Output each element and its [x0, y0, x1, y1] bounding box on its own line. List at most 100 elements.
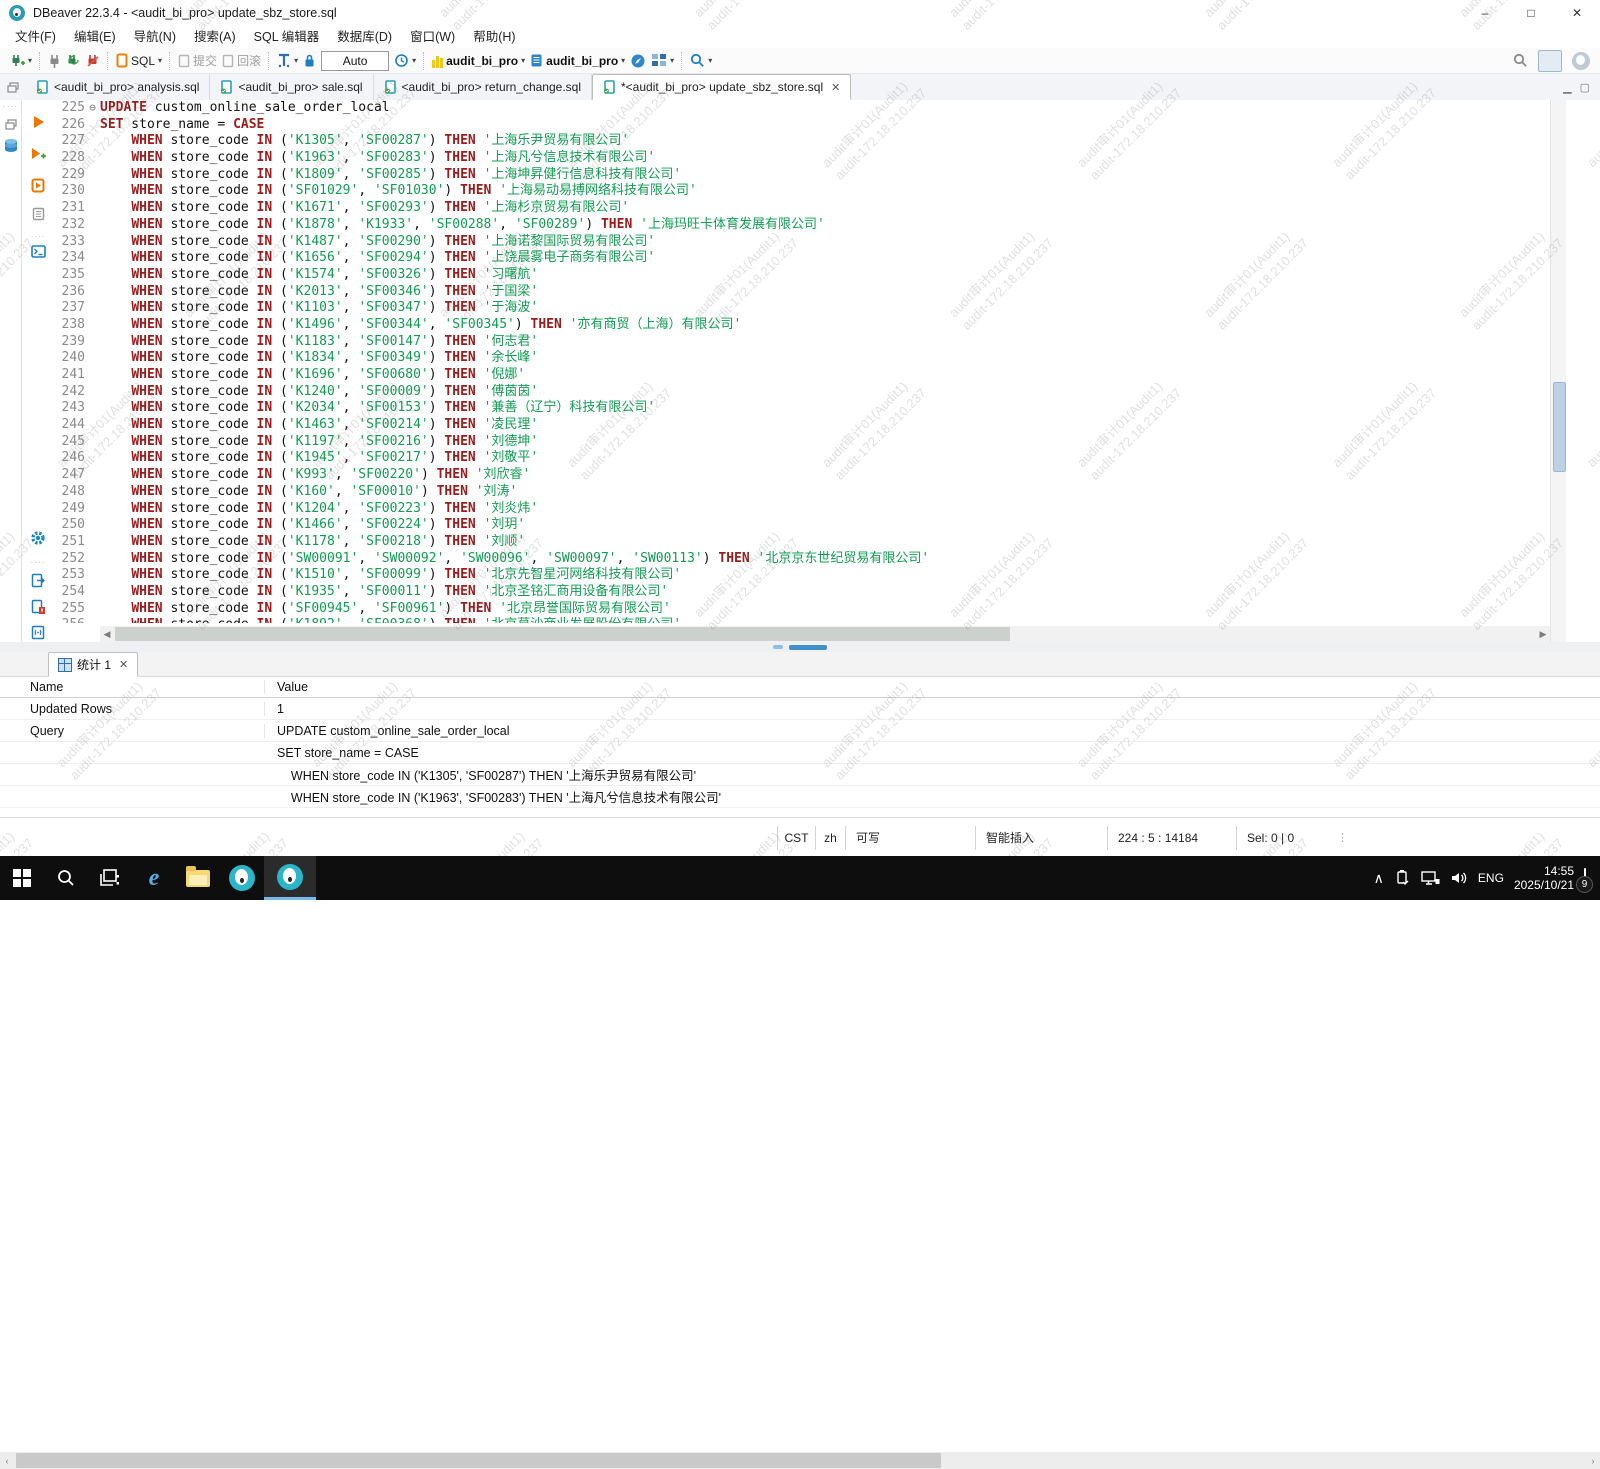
file-explorer-button[interactable]: [176, 856, 220, 900]
open-perspective-button[interactable]: [1538, 50, 1562, 72]
editor-action-rail: ···· ····: [23, 100, 53, 642]
usb-device-icon[interactable]: [1394, 869, 1410, 887]
commit-button[interactable]: 提交: [178, 52, 217, 69]
menu-help[interactable]: 帮助(H): [464, 26, 524, 48]
connect-button[interactable]: [48, 54, 61, 68]
drag-handle[interactable]: ····: [3, 102, 18, 111]
file-template-button[interactable]: [30, 624, 46, 640]
maximize-button[interactable]: □: [1508, 0, 1554, 26]
restore-panes-icon[interactable]: [7, 82, 19, 93]
editor-settings-button[interactable]: [30, 530, 46, 546]
status-insert-mode[interactable]: 智能插入: [975, 826, 1107, 850]
vertical-scrollbar[interactable]: [1550, 100, 1566, 642]
connection-selector[interactable]: audit_bi_pro ▾: [432, 54, 525, 68]
open-console-button[interactable]: [30, 243, 46, 259]
tab-update-sbz-store-sql[interactable]: *<audit_bi_pro> update_sbz_store.sql ✕: [592, 74, 851, 100]
table-row[interactable]: WHEN store_code IN ('K1963', 'SF00283') …: [0, 786, 1600, 808]
database-navigator-icon[interactable]: [3, 138, 19, 154]
table-row[interactable]: Query UPDATE custom_online_sale_order_lo…: [0, 720, 1600, 742]
execute-statement-button[interactable]: [30, 114, 46, 130]
dbeaver-taskbar-button[interactable]: [220, 856, 264, 900]
sash-handle-icon[interactable]: [789, 645, 827, 650]
validate-file-button[interactable]: [30, 598, 46, 614]
start-button[interactable]: [0, 856, 44, 900]
status-cursor-position[interactable]: 224 : 5 : 14184: [1107, 826, 1236, 850]
scroll-right-arrow[interactable]: ▶: [1536, 626, 1550, 642]
status-timezone[interactable]: CST: [777, 826, 815, 850]
vertical-scrollbar-thumb[interactable]: [1553, 382, 1566, 472]
tab-sale-sql[interactable]: <audit_bi_pro> sale.sql: [210, 74, 373, 100]
taskbar-clock[interactable]: 14:55 2025/10/21: [1514, 864, 1574, 892]
sash-handle-icon[interactable]: [773, 645, 783, 649]
table-row[interactable]: Updated Rows 1: [0, 698, 1600, 720]
commit-mode-button[interactable]: ▾: [651, 53, 674, 68]
results-scrollbar-thumb[interactable]: [16, 1453, 941, 1468]
new-sql-editor-button[interactable]: SQL ▾: [116, 53, 162, 68]
panel-sash[interactable]: [0, 642, 1600, 652]
fold-gutter: [85, 150, 100, 167]
table-row[interactable]: WHEN store_code IN ('K1305', 'SF00287') …: [0, 764, 1600, 786]
menu-sql-editor[interactable]: SQL 编辑器: [245, 26, 329, 48]
database-selector[interactable]: audit_bi_pro ▾: [530, 53, 625, 68]
navigator-sync-button[interactable]: [630, 53, 646, 69]
horizontal-scrollbar-thumb[interactable]: [115, 627, 1010, 641]
new-connection-button[interactable]: ▾: [10, 53, 32, 68]
tab-close-icon[interactable]: ✕: [119, 658, 128, 671]
scroll-right-arrow[interactable]: ›: [1586, 1453, 1600, 1469]
execute-script-button[interactable]: [30, 177, 46, 193]
column-header-name[interactable]: Name: [0, 680, 265, 694]
internet-explorer-button[interactable]: e: [132, 856, 176, 900]
menu-window[interactable]: 窗口(W): [401, 26, 464, 48]
taskbar-search-button[interactable]: [44, 856, 88, 900]
isolation-combo[interactable]: Auto: [321, 51, 389, 71]
explain-plan-button[interactable]: [30, 206, 46, 222]
minimize-editor-button[interactable]: ▁: [1563, 81, 1571, 94]
disconnect-button[interactable]: [86, 54, 100, 68]
restore-view-icon[interactable]: [5, 119, 17, 130]
input-language-indicator[interactable]: ENG: [1478, 871, 1504, 885]
menu-file[interactable]: 文件(F): [6, 26, 65, 48]
maximize-editor-button[interactable]: ▢: [1580, 81, 1590, 94]
rollback-button[interactable]: 回滚: [222, 52, 261, 69]
scroll-left-arrow[interactable]: ◀: [100, 626, 114, 642]
status-writable[interactable]: 可写: [845, 826, 975, 850]
minimize-button[interactable]: –: [1462, 0, 1508, 26]
results-horizontal-scrollbar[interactable]: ‹ ›: [0, 1452, 1600, 1469]
global-search-icon[interactable]: [1513, 53, 1528, 68]
code-area[interactable]: 225⊖UPDATE custom_online_sale_order_loca…: [53, 100, 1550, 626]
autocommit-lock-button[interactable]: [303, 53, 316, 68]
menu-search[interactable]: 搜索(A): [185, 26, 245, 48]
task-view-button[interactable]: [88, 856, 132, 900]
menu-navigate[interactable]: 导航(N): [125, 26, 185, 48]
sql-search-button[interactable]: ▾: [690, 53, 712, 68]
horizontal-scrollbar[interactable]: ◀ ▶: [100, 626, 1550, 642]
menu-database[interactable]: 数据库(D): [328, 26, 401, 48]
table-row[interactable]: SET store_name = CASE: [0, 742, 1600, 764]
status-selection[interactable]: Sel: 0 | 0: [1236, 826, 1319, 850]
fold-gutter: [85, 434, 100, 451]
close-button[interactable]: ✕: [1554, 0, 1600, 26]
scroll-left-arrow[interactable]: ‹: [0, 1453, 14, 1469]
export-result-button[interactable]: [30, 572, 46, 588]
tab-analysis-sql[interactable]: <audit_bi_pro> analysis.sql: [26, 74, 210, 100]
network-icon[interactable]: [1420, 870, 1440, 886]
dbeaver-taskbar-button-active[interactable]: [264, 856, 316, 900]
column-header-value[interactable]: Value: [265, 680, 1600, 694]
execute-new-tab-button[interactable]: [30, 146, 46, 162]
code-line: 256 WHEN store_code IN ('K1892', 'SF0036…: [53, 617, 1550, 623]
tab-close-icon[interactable]: ✕: [831, 81, 840, 94]
dbeaver-perspective-icon[interactable]: [1572, 52, 1590, 70]
transaction-log-button[interactable]: ▾: [277, 53, 298, 68]
transaction-icon: [277, 53, 291, 68]
tab-label: <audit_bi_pro> return_change.sql: [402, 80, 581, 94]
reconnect-button[interactable]: [66, 54, 81, 68]
menu-edit[interactable]: 编辑(E): [65, 26, 125, 48]
tab-return-change-sql[interactable]: <audit_bi_pro> return_change.sql: [374, 74, 592, 100]
speaker-icon[interactable]: [1450, 870, 1468, 886]
status-language[interactable]: zh: [815, 826, 845, 850]
query-history-button[interactable]: ▾: [394, 53, 416, 68]
tab-statistics[interactable]: 统计 1 ✕: [48, 652, 138, 677]
tray-expand-chevron[interactable]: ∧: [1374, 870, 1384, 887]
file-export-icon: [31, 573, 45, 588]
code-line: 248 WHEN store_code IN ('K160', 'SF00010…: [53, 484, 1550, 501]
